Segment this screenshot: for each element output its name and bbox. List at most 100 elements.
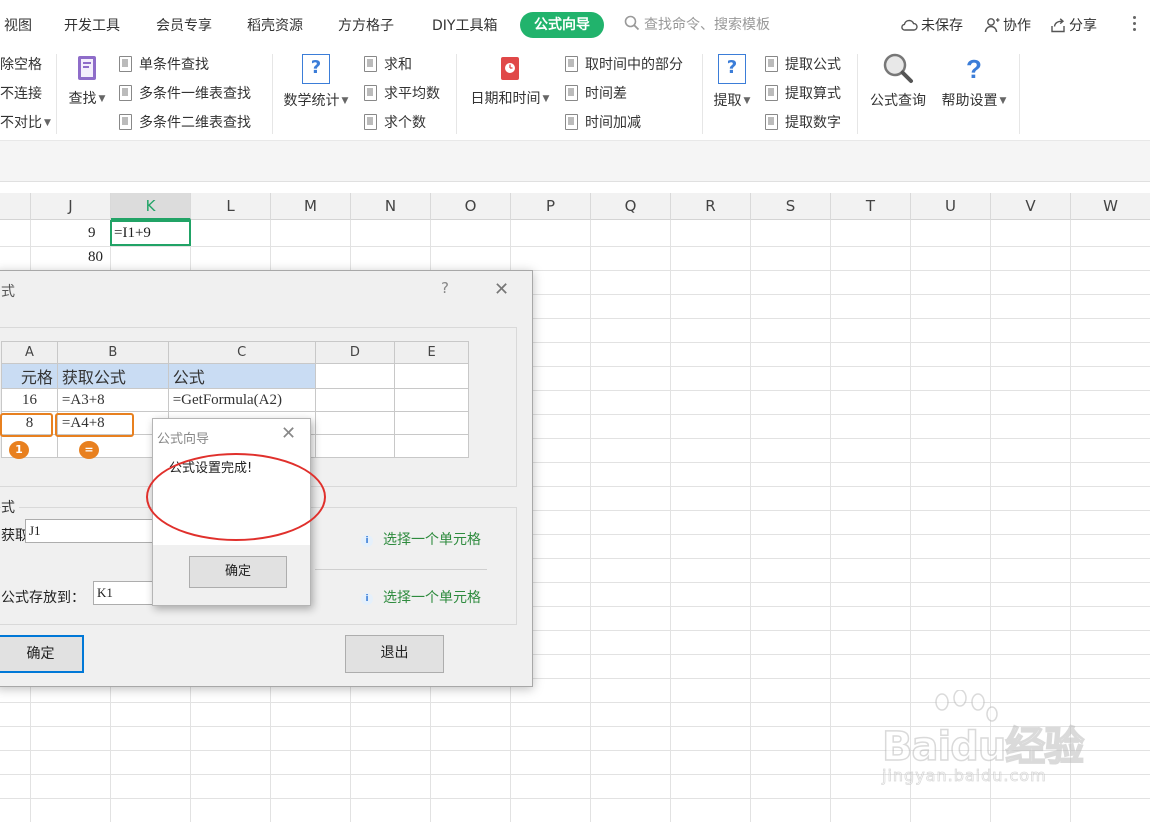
unsaved-status[interactable]: 未保存 xyxy=(900,15,963,35)
single-condition-lookup[interactable]: 单条件查找 xyxy=(119,55,209,75)
cloud-icon xyxy=(901,19,918,31)
command-search[interactable]: 查找命令、搜索模板 xyxy=(624,14,770,34)
svg-text:?: ? xyxy=(966,54,982,84)
example-cell: =A3+8 xyxy=(56,388,169,412)
share-button[interactable]: 分享 xyxy=(1050,15,1097,35)
column-header-partial[interactable] xyxy=(0,193,31,220)
extract-expression-button[interactable]: 提取算式 xyxy=(765,84,841,104)
multi-condition-2d-lookup[interactable]: 多条件二维表查找 xyxy=(119,113,251,133)
column-header-k[interactable]: K xyxy=(111,193,191,220)
help-settings-button[interactable]: ? 帮助设置 ▼ xyxy=(938,54,1010,110)
equals-badge: = xyxy=(79,441,99,459)
ribbon-no-compare-label: 不对比 xyxy=(0,115,42,131)
tab-docer-resources[interactable]: 稻壳资源 xyxy=(247,15,303,35)
example-cell xyxy=(394,434,469,458)
example-col-a: A xyxy=(1,341,58,364)
bookmark-icon xyxy=(565,56,578,72)
collaborate-label: 协作 xyxy=(1003,18,1031,34)
time-part-label: 取时间中的部分 xyxy=(585,57,683,73)
info-icon: i xyxy=(361,593,373,605)
tab-formula-wizard[interactable]: 公式向导 xyxy=(520,12,604,38)
lookup-button[interactable]: 查找 ▼ xyxy=(64,54,110,108)
tab-fangfang-grid[interactable]: 方方格子 xyxy=(338,15,394,35)
popup-ok-button[interactable]: 确定 xyxy=(189,556,287,588)
extract-number-button[interactable]: 提取数字 xyxy=(765,113,841,133)
watermark-text: Baidu经验 xyxy=(881,723,1085,771)
ribbon-no-concat[interactable]: 不连接 xyxy=(0,84,42,104)
grid-line xyxy=(830,220,831,822)
time-diff-label: 时间差 xyxy=(585,86,627,102)
close-icon[interactable]: ✕ xyxy=(494,279,509,300)
bookmark-icon xyxy=(364,56,377,72)
bookmark-icon xyxy=(364,85,377,101)
highlight-box-b3 xyxy=(55,413,134,437)
ribbon-separator xyxy=(272,54,273,134)
settings-group-legend: 式 xyxy=(1,497,19,517)
column-header-t[interactable]: T xyxy=(831,193,911,220)
column-header-l[interactable]: L xyxy=(191,193,271,220)
example-col-c: C xyxy=(167,341,316,364)
multi-condition-1d-lookup[interactable]: 多条件一维表查找 xyxy=(119,84,251,104)
column-header-j[interactable]: J xyxy=(31,193,111,220)
time-add-label: 时间加减 xyxy=(585,115,641,131)
cell-j1[interactable]: 9 xyxy=(88,225,96,242)
column-header-v[interactable]: V xyxy=(991,193,1071,220)
close-icon[interactable]: ✕ xyxy=(281,423,296,444)
menu-bar: 视图 开发工具 会员专享 稻壳资源 方方格子 DIY工具箱 公式向导 查找命令、… xyxy=(0,0,1150,50)
formula-query-button[interactable]: 公式查询 xyxy=(866,52,930,110)
column-header-n[interactable]: N xyxy=(351,193,431,220)
grid-line xyxy=(670,220,671,822)
sum-button[interactable]: 求和 xyxy=(364,55,412,75)
example-cell: 公式 xyxy=(167,363,316,389)
ok-button[interactable]: 确定 xyxy=(0,635,84,673)
more-menu-icon[interactable] xyxy=(1128,14,1140,34)
tab-member[interactable]: 会员专享 xyxy=(156,15,212,35)
cell-j2[interactable]: 80 xyxy=(88,249,103,266)
ribbon-separator xyxy=(857,54,858,134)
example-cell: =GetFormula(A2) xyxy=(167,388,316,412)
average-button[interactable]: 求平均数 xyxy=(364,84,440,104)
datetime-button[interactable]: 日期和时间 ▼ xyxy=(466,54,554,108)
extract-formula-button[interactable]: 提取公式 xyxy=(765,55,841,75)
column-header-p[interactable]: P xyxy=(511,193,591,220)
ribbon-no-compare[interactable]: 不对比 ▼ xyxy=(0,113,51,133)
tab-view[interactable]: 视图 xyxy=(4,15,32,35)
bookmark-icon xyxy=(565,114,578,130)
time-add-button[interactable]: 时间加减 xyxy=(565,113,641,133)
exit-button[interactable]: 退出 xyxy=(345,635,444,673)
time-part-button[interactable]: 取时间中的部分 xyxy=(565,55,683,75)
example-cell xyxy=(314,363,396,389)
example-cell xyxy=(394,388,469,412)
tab-diy-toolbox[interactable]: DIY工具箱 xyxy=(432,15,497,35)
ribbon-remove-spaces[interactable]: 除空格 xyxy=(0,55,42,75)
example-cell xyxy=(394,411,469,435)
column-header-s[interactable]: S xyxy=(751,193,831,220)
book-icon xyxy=(78,56,96,80)
math-stats-button[interactable]: ? 数学统计 ▼ xyxy=(280,54,352,110)
column-header-m[interactable]: M xyxy=(271,193,351,220)
bookmark-icon xyxy=(119,114,132,130)
example-col-d: D xyxy=(314,341,396,364)
time-diff-button[interactable]: 时间差 xyxy=(565,84,627,104)
ribbon-separator xyxy=(456,54,457,134)
column-header-q[interactable]: Q xyxy=(591,193,671,220)
dest-cell-input[interactable]: K1 xyxy=(93,581,161,605)
dialog-help-button[interactable]: ? xyxy=(441,279,449,297)
example-cell: 16 xyxy=(1,388,58,412)
dest-hint: i 选择一个单元格 xyxy=(361,587,481,607)
tab-developer-tools[interactable]: 开发工具 xyxy=(64,15,120,35)
formula-query-label: 公式查询 xyxy=(870,93,926,109)
source-cell-input[interactable]: J1 xyxy=(25,519,161,543)
column-header-o[interactable]: O xyxy=(431,193,511,220)
count-label: 求个数 xyxy=(384,115,426,131)
dest-label: 公式存放到： xyxy=(1,590,85,606)
column-header-r[interactable]: R xyxy=(671,193,751,220)
ribbon-separator xyxy=(702,54,703,134)
example-cell: 获取公式 xyxy=(56,363,169,389)
column-header-u[interactable]: U xyxy=(911,193,991,220)
column-header-w[interactable]: W xyxy=(1071,193,1150,220)
collaborate-button[interactable]: 协作 xyxy=(984,15,1031,35)
highlight-box-a3 xyxy=(0,413,53,437)
count-button[interactable]: 求个数 xyxy=(364,113,426,133)
extract-button[interactable]: ? 提取 ▼ xyxy=(710,54,754,110)
